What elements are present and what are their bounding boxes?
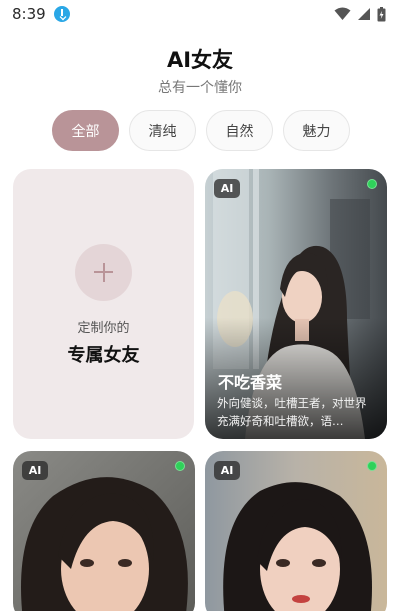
- filter-tabs: 全部 清纯 自然 魅力: [52, 110, 350, 151]
- download-icon: [53, 6, 70, 22]
- wifi-icon: [334, 7, 351, 20]
- character-card[interactable]: AI: [205, 451, 387, 611]
- status-time: 8:39: [12, 5, 46, 23]
- status-right: [334, 6, 386, 22]
- tab-charm[interactable]: 魅力: [283, 110, 350, 151]
- ai-badge: AI: [22, 461, 48, 480]
- online-status-dot: [367, 461, 377, 471]
- status-bar: 8:39: [0, 0, 400, 28]
- character-name: 不吃香菜: [218, 373, 283, 392]
- plus-icon[interactable]: [75, 244, 132, 301]
- page-subtitle: 总有一个懂你: [158, 80, 242, 96]
- page-title: AI女友: [166, 48, 234, 72]
- character-description: 外向健谈，吐槽王者，对世界充满好奇和吐槽欲，语…: [217, 396, 367, 428]
- custom-card-line2: 专属女友: [67, 345, 140, 366]
- character-card[interactable]: AI: [13, 451, 195, 611]
- battery-icon: [377, 6, 386, 21]
- tab-all[interactable]: 全部: [52, 110, 119, 151]
- status-left: 8:39: [12, 5, 70, 23]
- ai-badge: AI: [214, 461, 240, 480]
- custom-card-line1: 定制你的: [77, 321, 130, 336]
- online-status-dot: [367, 179, 377, 189]
- tab-natural[interactable]: 自然: [206, 110, 273, 151]
- custom-girlfriend-card[interactable]: 定制你的 专属女友: [13, 169, 194, 439]
- ai-badge: AI: [214, 179, 240, 198]
- tab-pure[interactable]: 清纯: [129, 110, 196, 151]
- online-status-dot: [175, 461, 185, 471]
- signal-icon: [358, 8, 370, 20]
- character-card[interactable]: AI 不吃香菜 外向健谈，吐槽王者，对世界充满好奇和吐槽欲，语…: [205, 169, 387, 439]
